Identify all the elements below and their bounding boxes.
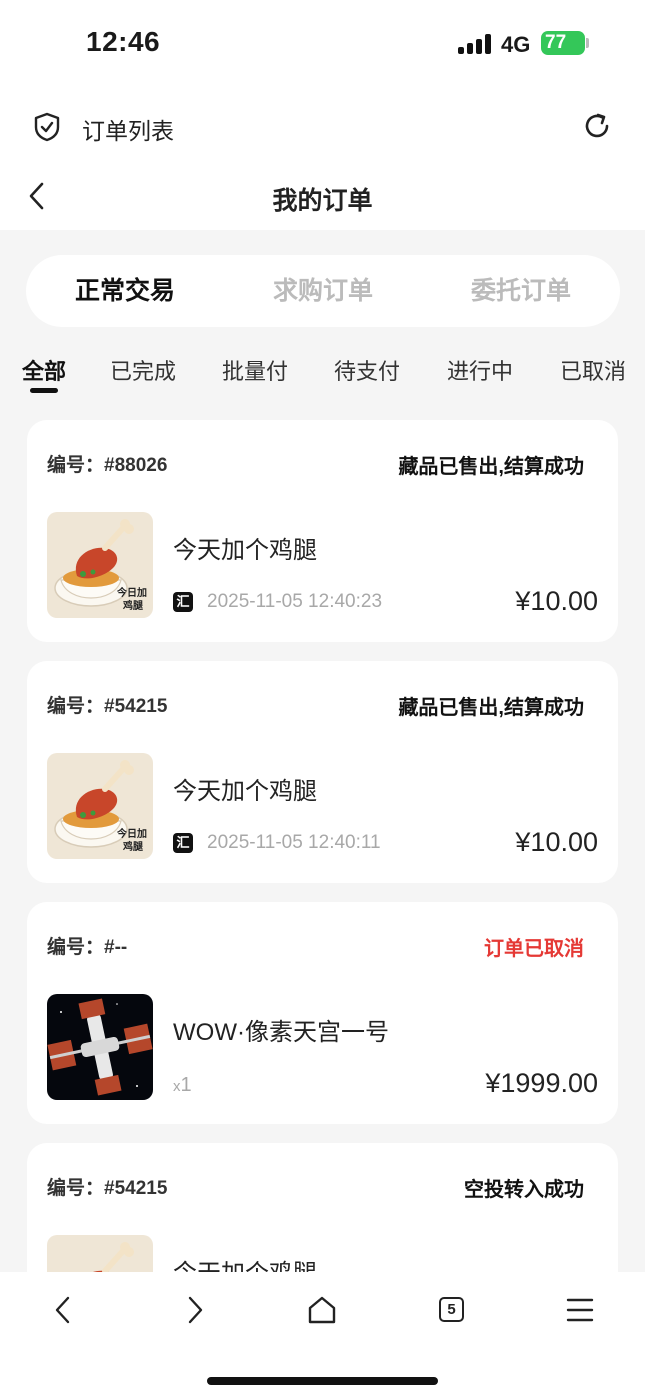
segment-normal-trade[interactable]: 正常交易	[26, 255, 224, 327]
shield-icon	[34, 112, 60, 142]
filter-batch-pay[interactable]: 批量付	[222, 354, 288, 386]
quantity-prefix: x	[173, 1078, 181, 1095]
order-number: 编号：#--	[47, 937, 128, 958]
battery-level: 77	[545, 32, 567, 53]
order-status: 空投转入成功	[464, 1179, 584, 1201]
order-card[interactable]: 编号：#-- 订单已取消 WOW·像素天宫一号 x1 ¥1999.00	[27, 902, 618, 1124]
order-card[interactable]: 编号：#88026 藏品已售出,结算成功 今日加 鸡腿 今天加个鸡腿 汇 202…	[27, 420, 618, 642]
filter-all[interactable]: 全部	[22, 354, 66, 386]
order-quantity: x1	[173, 1074, 192, 1097]
app-screen: 12:46 4G 77 订单列表 我的订单 正常交易 求购订单 委托订单 全部 …	[0, 0, 645, 1398]
product-thumbnail: 今日加 鸡腿	[47, 753, 153, 859]
order-status: 藏品已售出,结算成功	[398, 697, 584, 719]
order-card[interactable]: 编号：#54215 藏品已售出,结算成功 今日加 鸡腿 今天加个鸡腿 汇 202…	[27, 661, 618, 883]
product-name: WOW·像素天宫一号	[173, 1019, 389, 1046]
order-number: 编号：#88026	[47, 455, 168, 476]
order-time: 2025-11-05 12:40:23	[207, 591, 383, 612]
source-badge-icon: 汇	[173, 833, 193, 853]
menu-icon[interactable]	[564, 1294, 596, 1326]
home-indicator	[207, 1377, 438, 1385]
active-filter-indicator	[30, 388, 58, 393]
filter-in-progress[interactable]: 进行中	[447, 354, 513, 386]
order-price: ¥1999.00	[485, 1068, 598, 1098]
thumb-caption: 今日加	[116, 586, 147, 599]
browser-title: 订单列表	[82, 118, 174, 144]
order-time: 2025-11-05 12:40:11	[207, 832, 381, 853]
order-number: 编号：#54215	[47, 1178, 168, 1199]
order-status: 订单已取消	[484, 938, 584, 960]
order-price: ¥10.00	[515, 586, 598, 616]
filter-cancelled[interactable]: 已取消	[560, 354, 626, 386]
page-title: 我的订单	[272, 187, 373, 215]
order-type-segment: 正常交易 求购订单 委托订单	[26, 255, 620, 327]
battery-icon: 77	[541, 31, 585, 55]
network-label: 4G	[501, 32, 531, 57]
product-name: 今天加个鸡腿	[173, 537, 317, 564]
source-badge-icon: 汇	[173, 592, 193, 612]
filter-pending-payment[interactable]: 待支付	[334, 354, 400, 386]
product-name: 今天加个鸡腿	[173, 778, 317, 805]
status-time: 12:46	[86, 26, 161, 57]
home-icon[interactable]	[306, 1294, 338, 1326]
status-bar: 12:46 4G 77	[0, 0, 645, 90]
product-thumbnail: 今日加 鸡腿	[47, 512, 153, 618]
segment-consign-orders[interactable]: 委托订单	[422, 255, 620, 327]
thumb-caption: 鸡腿	[122, 599, 144, 612]
product-thumbnail	[47, 994, 153, 1100]
tabs-count-icon[interactable]: 5	[439, 1297, 464, 1322]
filter-completed[interactable]: 已完成	[110, 354, 176, 386]
order-status: 藏品已售出,结算成功	[398, 456, 584, 478]
browser-back-icon[interactable]	[48, 1294, 80, 1326]
order-price: ¥10.00	[515, 827, 598, 857]
battery-tip	[586, 38, 589, 48]
thumb-caption: 鸡腿	[122, 840, 144, 853]
browser-forward-icon[interactable]	[178, 1294, 210, 1326]
segment-purchase-orders[interactable]: 求购订单	[224, 255, 422, 327]
signal-icon	[458, 34, 492, 54]
thumb-caption: 今日加	[116, 827, 147, 840]
quantity-value: 1	[180, 1074, 192, 1096]
order-number: 编号：#54215	[47, 696, 168, 717]
refresh-icon[interactable]	[582, 111, 612, 141]
